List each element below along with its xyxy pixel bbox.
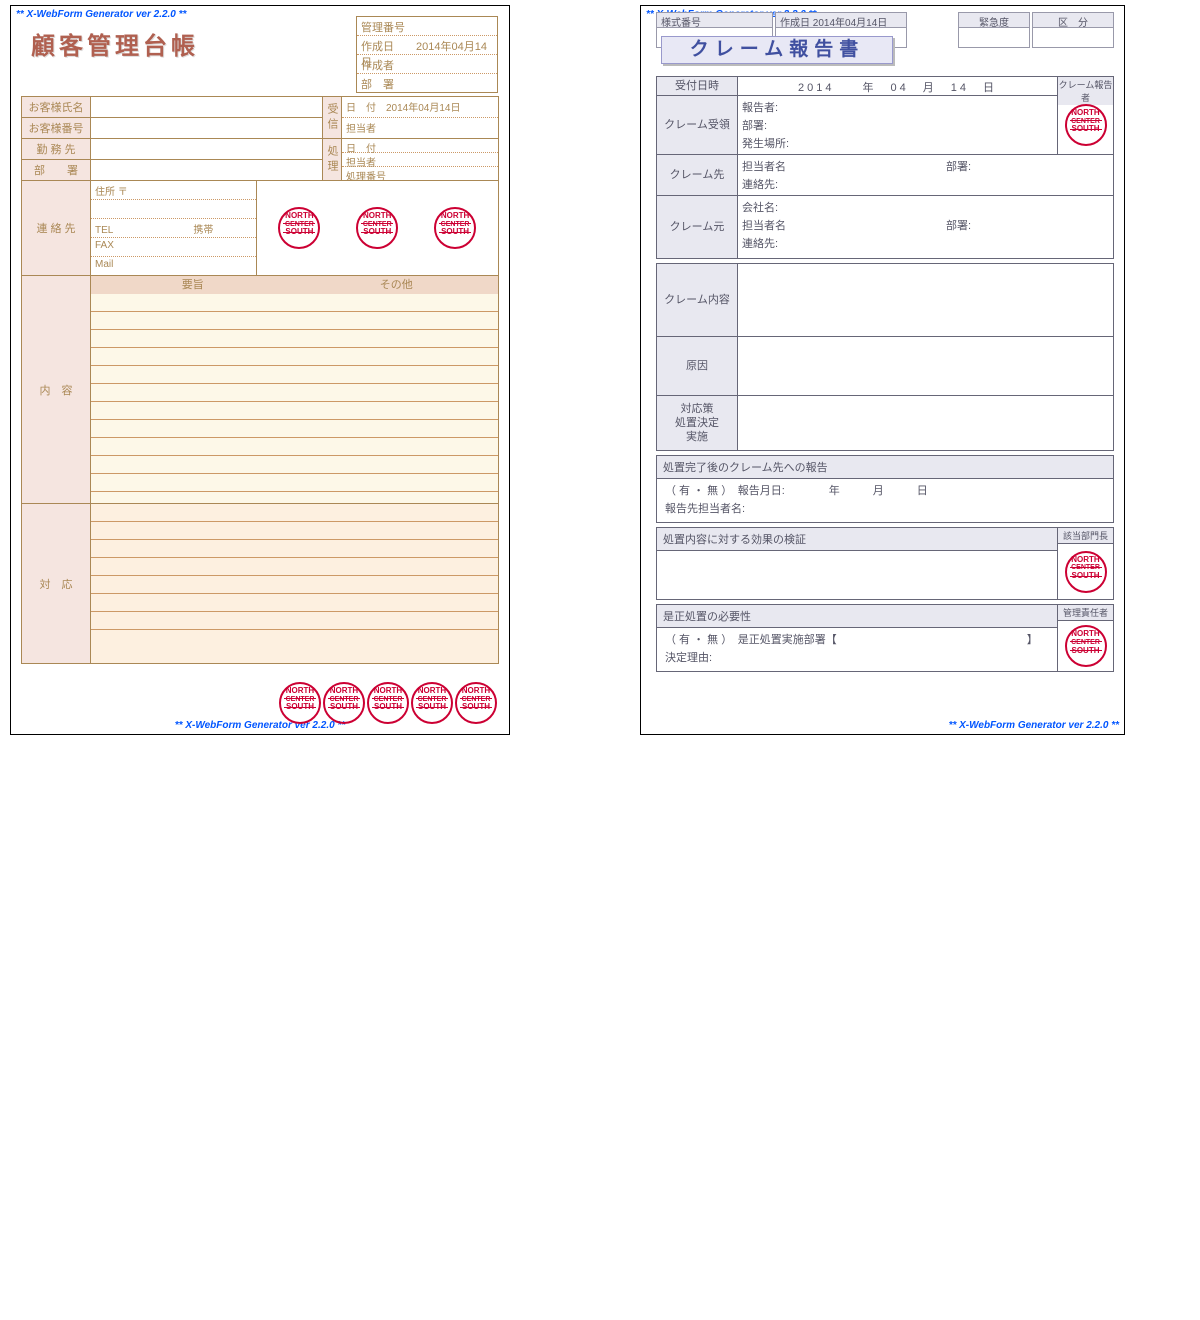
dept-label: 部 署 — [361, 76, 416, 92]
post-report-block: 処置完了後のクレーム先への報告 （ 有 ・ 無 ） 報告月日: 年 月 日 報告… — [656, 455, 1114, 523]
process-label: 処理 — [323, 139, 342, 180]
verify-header: 処置内容に対する効果の検証 — [657, 528, 1057, 551]
claim-content-field[interactable] — [738, 264, 1113, 336]
dept-mgr-label: 該当部門長 — [1058, 528, 1113, 544]
claim-info-table: 受付日時 2014 年 04 月 14 日 クレーム報告者 クレーム受領 報告者… — [656, 76, 1114, 259]
customer-name-label: お客様氏名 — [22, 97, 91, 117]
claim-receive-fields[interactable]: 報告者: 部署: 発生場所: — [738, 96, 1057, 154]
other-label: その他 — [295, 276, 499, 294]
post-report-body[interactable]: （ 有 ・ 無 ） 報告月日: 年 月 日 報告先担当者名: — [657, 479, 1113, 522]
create-date-label: 作成日 — [361, 38, 416, 54]
main-area: 受付日時 2014 年 04 月 14 日 クレーム報告者 クレーム受領 報告者… — [656, 76, 1114, 719]
corrective-header: 是正処置の必要性 — [657, 605, 1057, 628]
procno-label: 処理番号 — [342, 167, 498, 180]
claim-receive-label: クレーム受領 — [657, 96, 738, 154]
bottom-stamp-row: NORTHCENTERSOUTH NORTHCENTERSOUTH NORTHC… — [279, 682, 497, 724]
mail-label: Mail — [91, 257, 256, 275]
urgency-field[interactable] — [959, 28, 1029, 47]
watermark: ** X-WebForm Generator ver 2.2.0 ** — [949, 720, 1119, 731]
tel-label: TEL — [95, 225, 113, 236]
content-label: 内 容 — [22, 276, 91, 503]
urgency-label: 緊急度 — [959, 13, 1029, 28]
stamp-row: NORTHCENTERSOUTH NORTHCENTERSOUTH NORTHC… — [256, 181, 499, 275]
date2-label: 日 付 — [342, 139, 498, 153]
approval-stamp: NORTHCENTERSOUTH — [367, 682, 409, 724]
address-field[interactable]: 住所 〒 — [91, 181, 256, 200]
contact-fields[interactable]: 住所 〒 TEL 携帯 FAX Mail — [91, 181, 256, 275]
customer-name-field[interactable] — [91, 97, 322, 117]
approval-stamp: NORTHCENTERSOUTH — [411, 682, 453, 724]
category-label: 区 分 — [1033, 13, 1113, 28]
approval-stamp: NORTHCENTERSOUTH — [455, 682, 497, 724]
receiptdate-label: 受付日時 — [657, 77, 738, 95]
main-table: お客様氏名 お客様番号 受信 日 付2014年04月14日 担当者 勤 務 先 … — [21, 96, 499, 664]
verify-section: 処置内容に対する効果の検証 該当部門長 NORTHCENTERSOUTH — [656, 527, 1114, 600]
approval-stamp: NORTHCENTERSOUTH — [279, 682, 321, 724]
claim-source-fields[interactable]: 会社名: 担当者名部署: 連絡先: — [738, 196, 1113, 258]
approval-stamp: NORTHCENTERSOUTH — [356, 207, 398, 249]
approval-stamp: NORTHCENTERSOUTH — [1065, 104, 1107, 146]
dept-field[interactable] — [91, 160, 322, 180]
formno-label: 様式番号 — [657, 13, 772, 28]
approval-stamp: NORTHCENTERSOUTH — [434, 207, 476, 249]
approval-stamp: NORTHCENTERSOUTH — [1065, 551, 1107, 593]
category-field[interactable] — [1033, 28, 1113, 47]
measure-label: 対応策処置決定実施 — [657, 396, 738, 450]
response-area[interactable] — [91, 504, 498, 663]
work-field[interactable] — [91, 139, 322, 159]
manage-no-label: 管理番号 — [361, 19, 416, 35]
form-title: 顧客管理台帳 — [31, 26, 199, 61]
customer-no-label: お客様番号 — [22, 118, 91, 138]
mgr-label: 管理責任者 — [1058, 605, 1113, 621]
date-value: 2014年04月14日 — [386, 103, 461, 114]
approval-stamp: NORTHCENTERSOUTH — [1065, 625, 1107, 667]
response-label: 対 応 — [22, 504, 91, 663]
content-area[interactable] — [91, 294, 498, 503]
corrective-body[interactable]: （ 有 ・ 無 ） 是正処置実施部署【】 決定理由: — [657, 628, 1057, 671]
post-report-header: 処置完了後のクレーム先への報告 — [657, 456, 1113, 479]
contact-label: 連 絡 先 — [22, 181, 91, 275]
fax-label: FAX — [91, 238, 256, 257]
cause-field[interactable] — [738, 337, 1113, 395]
work-label: 勤 務 先 — [22, 139, 91, 159]
date-label: 日 付 — [346, 99, 386, 114]
receive-label: 受信 — [323, 97, 342, 138]
title-box: クレーム報告書 — [661, 36, 893, 64]
creator-label: 作成者 — [361, 57, 416, 73]
claim-dest-fields[interactable]: 担当者名部署: 連絡先: — [738, 155, 1113, 195]
watermark: ** X-WebForm Generator ver 2.2.0 ** — [16, 9, 186, 20]
corrective-section: 是正処置の必要性 （ 有 ・ 無 ） 是正処置実施部署【】 決定理由: 管理責任… — [656, 604, 1114, 672]
header-meta: 管理番号 作成日2014年04月14日 作成者 部 署 — [356, 16, 498, 93]
dept-label: 部 署 — [22, 160, 91, 180]
claim-source-label: クレーム元 — [657, 196, 738, 258]
approval-stamp: NORTHCENTERSOUTH — [323, 682, 365, 724]
customer-no-field[interactable] — [91, 118, 322, 138]
claim-detail-table: クレーム内容 原因 対応策処置決定実施 — [656, 263, 1114, 451]
claim-content-label: クレーム内容 — [657, 264, 738, 336]
receiptdate-value: 2014 年 04 月 14 日 — [738, 77, 1057, 95]
summary-label: 要旨 — [91, 276, 295, 294]
claim-report-form: ** X-WebForm Generator ver 2.2.0 ** ** X… — [640, 5, 1125, 735]
verify-body[interactable] — [657, 551, 1057, 599]
approval-stamp: NORTHCENTERSOUTH — [278, 207, 320, 249]
person2-label: 担当者 — [342, 153, 498, 167]
claim-dest-label: クレーム先 — [657, 155, 738, 195]
mobile-label: 携帯 — [193, 225, 213, 236]
form-title: クレーム報告書 — [662, 37, 892, 63]
measure-field[interactable] — [738, 396, 1113, 450]
customer-ledger-form: ** X-WebForm Generator ver 2.2.0 ** ** X… — [10, 5, 510, 735]
person-label: 担当者 — [342, 118, 498, 138]
cause-label: 原因 — [657, 337, 738, 395]
